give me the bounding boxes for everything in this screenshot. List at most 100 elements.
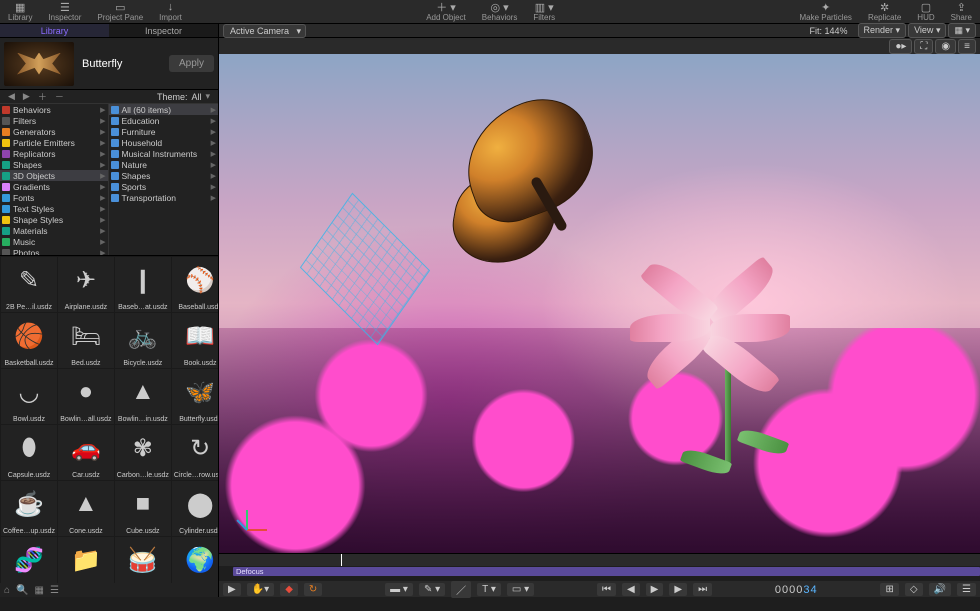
category-particle-emitters[interactable]: Particle Emitters▶ — [0, 137, 108, 148]
footer-path-icon[interactable]: ⌂ — [4, 585, 10, 596]
tool-settings-icon[interactable]: ≡ — [958, 39, 976, 54]
camera-select[interactable]: Active Camera — [223, 24, 306, 38]
asset-item[interactable]: ✈Airplane.usdz — [58, 257, 114, 312]
tb-project-pane[interactable]: ▭Project Pane — [89, 1, 151, 22]
category-gradients[interactable]: Gradients▶ — [0, 181, 108, 192]
tb-behaviors[interactable]: ◎ ▾Behaviors — [474, 1, 526, 22]
tb-make-particles[interactable]: ✦Make Particles — [791, 1, 859, 22]
step-fwd-icon[interactable]: ▶ — [669, 583, 687, 596]
tool-orbit-icon[interactable]: ◉ — [935, 39, 956, 54]
tb-replicate[interactable]: ✲Replicate — [860, 1, 909, 22]
category-fonts[interactable]: Fonts▶ — [0, 192, 108, 203]
step-back-icon[interactable]: ◀ — [622, 583, 640, 596]
category-education[interactable]: Education▶ — [109, 115, 219, 126]
nav-del-icon[interactable]: － — [51, 90, 68, 103]
category-filters[interactable]: Filters▶ — [0, 115, 108, 126]
asset-item[interactable]: ▲Cone.usdz — [58, 481, 114, 536]
category-furniture[interactable]: Furniture▶ — [109, 126, 219, 137]
apply-button[interactable]: Apply — [169, 55, 214, 72]
theme-value[interactable]: All — [191, 92, 201, 102]
tb-share[interactable]: ⇪Share — [943, 1, 980, 22]
fit-label[interactable]: Fit: 144% — [809, 26, 847, 36]
asset-item[interactable]: 📖Book.usdz — [172, 313, 218, 368]
tab-library[interactable]: Library — [0, 24, 109, 37]
tl-timeline-icon[interactable]: ☰ — [957, 583, 976, 596]
category-musical-instruments[interactable]: Musical Instruments▶ — [109, 148, 219, 159]
tl-keyframe-icon[interactable]: ◇ — [905, 583, 923, 596]
category-music[interactable]: Music▶ — [0, 236, 108, 247]
brush-icon[interactable]: ／ — [451, 581, 471, 598]
asset-item[interactable]: 🌍Earth.usdz — [172, 537, 218, 583]
category-transportation[interactable]: Transportation▶ — [109, 192, 219, 203]
asset-item[interactable]: 🛏Bed.usdz — [58, 313, 114, 368]
timeline-ruler[interactable] — [219, 554, 980, 566]
category-shapes[interactable]: Shapes▶ — [109, 170, 219, 181]
theme-chevron-icon[interactable]: ▾ — [201, 91, 214, 102]
asset-item[interactable]: 🥁Drum.usdz — [115, 537, 171, 583]
asset-item[interactable]: ↻Circle…row.usdz — [172, 425, 218, 480]
tb-hud[interactable]: ▢HUD — [909, 1, 942, 22]
asset-item[interactable]: 🚲Bicycle.usdz — [115, 313, 171, 368]
category-replicators[interactable]: Replicators▶ — [0, 148, 108, 159]
nav-new-icon[interactable]: ＋ — [34, 90, 51, 103]
record-icon[interactable]: ●▸ — [889, 39, 912, 54]
asset-item[interactable]: ✎2B Pe…il.usdz — [1, 257, 57, 312]
text-icon[interactable]: T ▾ — [477, 583, 501, 596]
category-household[interactable]: Household▶ — [109, 137, 219, 148]
category-3d-objects[interactable]: 3D Objects▶ — [0, 170, 108, 181]
category-materials[interactable]: Materials▶ — [0, 225, 108, 236]
asset-item[interactable]: 🚗Car.usdz — [58, 425, 114, 480]
asset-item[interactable]: ⬮Capsule.usdz — [1, 425, 57, 480]
tb-inspector[interactable]: ☰Inspector — [40, 1, 89, 22]
nav-fwd-icon[interactable]: ▶ — [19, 91, 34, 102]
keyframe-record-icon[interactable]: ◆ — [280, 583, 298, 596]
asset-item[interactable]: 📁Docum…er.usdz — [58, 537, 114, 583]
category-photos[interactable]: Photos▶ — [0, 247, 108, 255]
asset-item[interactable]: 🏀Basketball.usdz — [1, 313, 57, 368]
tl-audio-icon[interactable]: 🔊 — [929, 583, 951, 596]
asset-item[interactable]: ✾Carbon…le.usdz — [115, 425, 171, 480]
asset-item[interactable]: 🦋Butterfly.usdz — [172, 369, 218, 424]
tl-project-icon[interactable]: ⊞ — [880, 583, 898, 596]
category-behaviors[interactable]: Behaviors▶ — [0, 104, 108, 115]
canvas[interactable] — [219, 54, 980, 553]
pen-icon[interactable]: ✎ ▾ — [419, 583, 445, 596]
asset-item[interactable]: ●Bowlin…all.usdz — [58, 369, 114, 424]
asset-item[interactable]: ■Cube.usdz — [115, 481, 171, 536]
mask-icon[interactable]: ▭ ▾ — [507, 583, 534, 596]
tb-filters[interactable]: ▥ ▾Filters — [525, 1, 563, 22]
category-all-60-items-[interactable]: All (60 items)▶ — [109, 104, 219, 115]
go-start-icon[interactable]: ⏮ — [597, 583, 616, 596]
tb-import[interactable]: ↓Import — [151, 1, 190, 22]
render-menu[interactable]: Render ▾ — [858, 23, 907, 38]
asset-item[interactable]: 🧬DNA.usdz — [1, 537, 57, 583]
footer-grid-icon[interactable]: ▦ — [35, 585, 44, 596]
tb-library[interactable]: ▦Library — [0, 1, 40, 22]
tb-add-object[interactable]: ＋ ▾Add Object — [418, 1, 474, 22]
category-generators[interactable]: Generators▶ — [0, 126, 108, 137]
footer-search-icon[interactable]: 🔍 — [16, 585, 28, 596]
go-end-icon[interactable]: ⏭ — [693, 583, 712, 596]
category-text-styles[interactable]: Text Styles▶ — [0, 203, 108, 214]
category-sports[interactable]: Sports▶ — [109, 181, 219, 192]
timeline-clip-defocus[interactable]: Defocus — [233, 567, 980, 576]
asset-item[interactable]: ❙Baseb…at.usdz — [115, 257, 171, 312]
footer-list-icon[interactable]: ☰ — [50, 585, 59, 596]
asset-item[interactable]: ⬤Cylinder.usdz — [172, 481, 218, 536]
tool-frame-icon[interactable]: ⛶ — [914, 39, 933, 54]
category-nature[interactable]: Nature▶ — [109, 159, 219, 170]
asset-item[interactable]: ☕Coffee…up.usdz — [1, 481, 57, 536]
tool-arrow-icon[interactable]: ▶ — [223, 583, 241, 596]
keyframe-loop-icon[interactable]: ↻ — [304, 583, 322, 596]
nav-back-icon[interactable]: ◀ — [4, 91, 19, 102]
asset-item[interactable]: ◡Bowl.usdz — [1, 369, 57, 424]
tool-hand-icon[interactable]: ✋▾ — [247, 583, 274, 596]
asset-item[interactable]: ⚾Baseball.usdz — [172, 257, 218, 312]
timeline-track[interactable]: Defocus — [219, 566, 980, 581]
play-icon[interactable]: ▶ — [646, 583, 664, 596]
category-shapes[interactable]: Shapes▶ — [0, 159, 108, 170]
layers-icon[interactable]: ▬ ▾ — [385, 583, 413, 596]
tab-inspector[interactable]: Inspector — [109, 24, 218, 37]
viewport-layout-icon[interactable]: ▦ ▾ — [948, 23, 976, 38]
view-menu[interactable]: View ▾ — [908, 23, 946, 38]
